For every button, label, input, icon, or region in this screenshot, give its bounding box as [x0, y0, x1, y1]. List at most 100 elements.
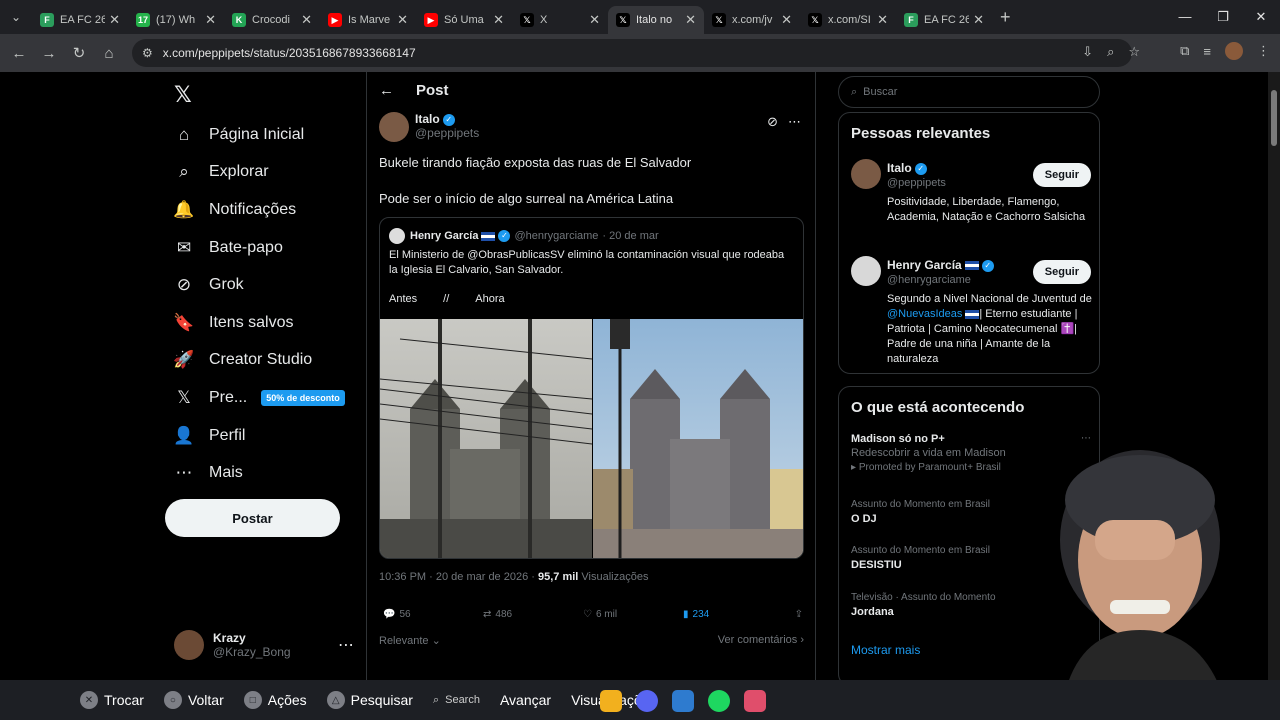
windows-search[interactable]: ⌕ Search: [433, 691, 480, 709]
nav-item[interactable]: ⋯ Mais: [172, 454, 345, 492]
acoes-hint[interactable]: □ Ações: [243, 691, 307, 709]
spotify-icon[interactable]: [708, 690, 730, 712]
author-handle[interactable]: @peppipets: [415, 126, 479, 140]
tab-favicon-icon: 𝕏: [520, 13, 534, 27]
page-title: Post: [416, 82, 449, 99]
browser-tab[interactable]: 17 (17) Wh ✕: [128, 6, 224, 34]
close-tab-icon[interactable]: ✕: [781, 12, 792, 28]
quote-date: · 20 de mar: [602, 230, 659, 242]
browser-tab[interactable]: 𝕏x.com/jv ✕: [704, 6, 800, 34]
maximize-button[interactable]: ❐: [1204, 0, 1242, 34]
browser-tab[interactable]: ▶ Só Uma ✕: [416, 6, 512, 34]
nav-label: Explorar: [209, 163, 269, 181]
before-after-photo[interactable]: [380, 319, 804, 559]
nav-item[interactable]: ⌕ Explorar: [172, 154, 345, 192]
avancar-hint[interactable]: Avançar: [500, 691, 551, 709]
post-author[interactable]: Italo ✓ @peppipets: [379, 112, 479, 142]
tab-favicon-icon: 𝕏: [616, 13, 630, 27]
avatar[interactable]: [851, 256, 881, 286]
browser-tab[interactable]: 𝕏 X ✕: [512, 6, 608, 34]
reload-icon[interactable]: ↻: [64, 44, 94, 62]
close-tab-icon[interactable]: ✕: [205, 12, 216, 28]
nav-item[interactable]: 👤 Perfil: [172, 417, 345, 455]
paint-icon[interactable]: [672, 690, 694, 712]
share-icon[interactable]: ⇪: [795, 609, 803, 620]
bookmark-button[interactable]: ▮ 234: [683, 609, 783, 620]
scrollbar-thumb[interactable]: [1271, 90, 1277, 146]
close-tab-icon[interactable]: ✕: [589, 12, 600, 28]
voltar-hint[interactable]: ○ Voltar: [163, 691, 224, 709]
more-icon[interactable]: ⋯: [338, 635, 354, 655]
post-line-2: Pode ser o início de algo surreal na Amé…: [379, 191, 674, 206]
follow-button[interactable]: Seguir: [1032, 163, 1091, 187]
bio-mention-link[interactable]: @NuevasIdeas: [887, 308, 962, 320]
show-more-link[interactable]: Mostrar mais: [851, 643, 920, 657]
file-explorer-icon[interactable]: [600, 690, 622, 712]
account-switcher[interactable]: Krazy @Krazy_Bong ⋯: [174, 630, 354, 660]
close-tab-icon[interactable]: ✕: [493, 12, 504, 28]
reply-button[interactable]: 💬 56: [383, 609, 483, 620]
close-tab-icon[interactable]: ✕: [397, 12, 408, 28]
close-tab-icon[interactable]: ✕: [685, 12, 696, 28]
trocar-hint[interactable]: ✕ Trocar: [80, 691, 144, 709]
close-tab-icon[interactable]: ✕: [877, 12, 888, 28]
nav-item[interactable]: ⌂ Página Inicial: [172, 116, 345, 154]
avatar[interactable]: [851, 159, 881, 189]
nav-icon: 👤: [173, 425, 195, 445]
avatar[interactable]: [379, 112, 409, 142]
discord-icon[interactable]: [636, 690, 658, 712]
sort-dropdown[interactable]: Relevante ⌄: [379, 634, 441, 647]
home-icon[interactable]: ⌂: [94, 45, 124, 62]
browser-tab[interactable]: 𝕏 Italo no ✕: [608, 6, 704, 34]
pesquisar-hint[interactable]: △ Pesquisar: [326, 691, 413, 709]
profile-avatar[interactable]: [1225, 42, 1243, 60]
see-replies-link[interactable]: Ver comentários ›: [718, 634, 804, 647]
nav-item[interactable]: 🔔 Notificações: [172, 191, 345, 229]
address-bar[interactable]: ⚙ x.com/peppipets/status/203516867893366…: [132, 39, 1132, 67]
close-tab-icon[interactable]: ✕: [301, 12, 312, 28]
author-name[interactable]: Italo: [415, 112, 440, 126]
extensions-icon[interactable]: ⧉: [1180, 43, 1189, 59]
browser-tab[interactable]: F EA FC 26 ✕: [896, 6, 992, 34]
more-icon[interactable]: ⋯: [788, 114, 801, 130]
x-logo-icon[interactable]: 𝕏: [174, 82, 196, 107]
repost-button[interactable]: ⇄ 486: [483, 609, 583, 620]
nav-item[interactable]: 𝕏 Pre... 50% de desconto: [172, 379, 345, 417]
person-henry[interactable]: Henry García ✓ @henrygarciame Segundo a N…: [851, 252, 1092, 365]
forward-arrow-icon[interactable]: →: [34, 45, 64, 62]
browser-tab[interactable]: ▶ Is Marve ✕: [320, 6, 416, 34]
minimize-button[interactable]: —: [1166, 0, 1204, 34]
bookmark-star-icon[interactable]: ☆: [1128, 44, 1140, 60]
el-salvador-flag-icon: [481, 231, 496, 241]
grok-icon[interactable]: ⊘: [767, 114, 778, 130]
premium-discount-badge[interactable]: 50% de desconto: [261, 389, 345, 406]
back-arrow-icon[interactable]: ←: [379, 82, 394, 99]
nav-item[interactable]: ⊘ Grok: [172, 266, 345, 304]
person-italo[interactable]: Italo ✓ @peppipets Positividade, Liberdad…: [851, 155, 1091, 235]
like-button[interactable]: ♡ 6 mil: [583, 609, 683, 620]
nav-item[interactable]: ✉ Bate-papo: [172, 229, 345, 267]
nav-item[interactable]: 🚀 Creator Studio: [172, 342, 345, 380]
new-tab-button[interactable]: +: [1000, 7, 1011, 28]
search-input[interactable]: ⌕ Buscar: [838, 76, 1100, 108]
zoom-icon[interactable]: ⌕: [1107, 44, 1114, 60]
bio-text: Segundo a Nivel Nacional de Juventud de: [887, 293, 1092, 305]
app-icon[interactable]: [744, 690, 766, 712]
quoted-post[interactable]: Henry García ✓ @henrygarciame · 20 de ma…: [379, 217, 804, 559]
site-info-icon[interactable]: ⚙: [142, 46, 153, 60]
close-window-button[interactable]: ✕: [1242, 0, 1280, 34]
close-tab-icon[interactable]: ✕: [109, 12, 120, 28]
left-nav: ⌂ Página Inicial ⌕ Explorar 🔔 Notificações ✉ Ba…: [172, 116, 345, 492]
browser-tab[interactable]: 𝕏x.com/SI ✕: [800, 6, 896, 34]
post-button[interactable]: Postar: [165, 499, 340, 537]
media-icon[interactable]: ≡: [1203, 44, 1211, 59]
install-icon[interactable]: ⇩: [1082, 44, 1093, 60]
close-tab-icon[interactable]: ✕: [973, 12, 984, 28]
browser-menu-icon[interactable]: ⋮: [1257, 43, 1270, 59]
nav-item[interactable]: 🔖 Itens salvos: [172, 304, 345, 342]
follow-button[interactable]: Seguir: [1032, 260, 1091, 284]
tab-search-button[interactable]: ⌄: [0, 0, 32, 34]
back-arrow-icon[interactable]: ←: [4, 45, 34, 62]
browser-tab[interactable]: K Crocodi ✕: [224, 6, 320, 34]
browser-tab[interactable]: F EA FC 26 ✕: [32, 6, 128, 34]
